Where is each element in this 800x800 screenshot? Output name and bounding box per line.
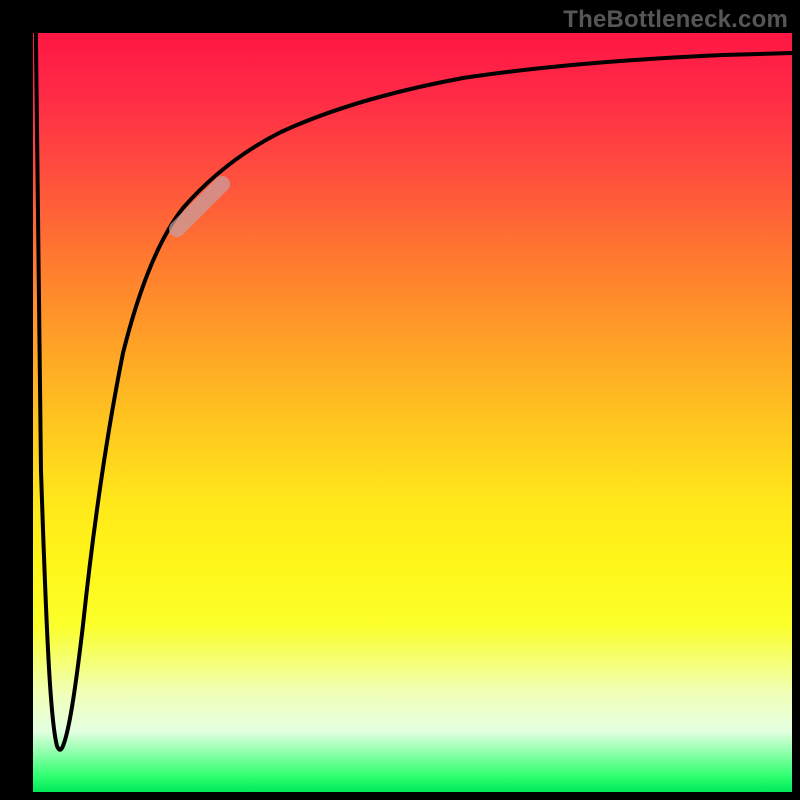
watermark-text: TheBottleneck.com — [563, 6, 788, 34]
bottleneck-curve — [36, 33, 792, 750]
curve-layer — [33, 33, 792, 792]
chart-frame: TheBottleneck.com — [0, 0, 800, 800]
plot-area — [33, 33, 792, 792]
